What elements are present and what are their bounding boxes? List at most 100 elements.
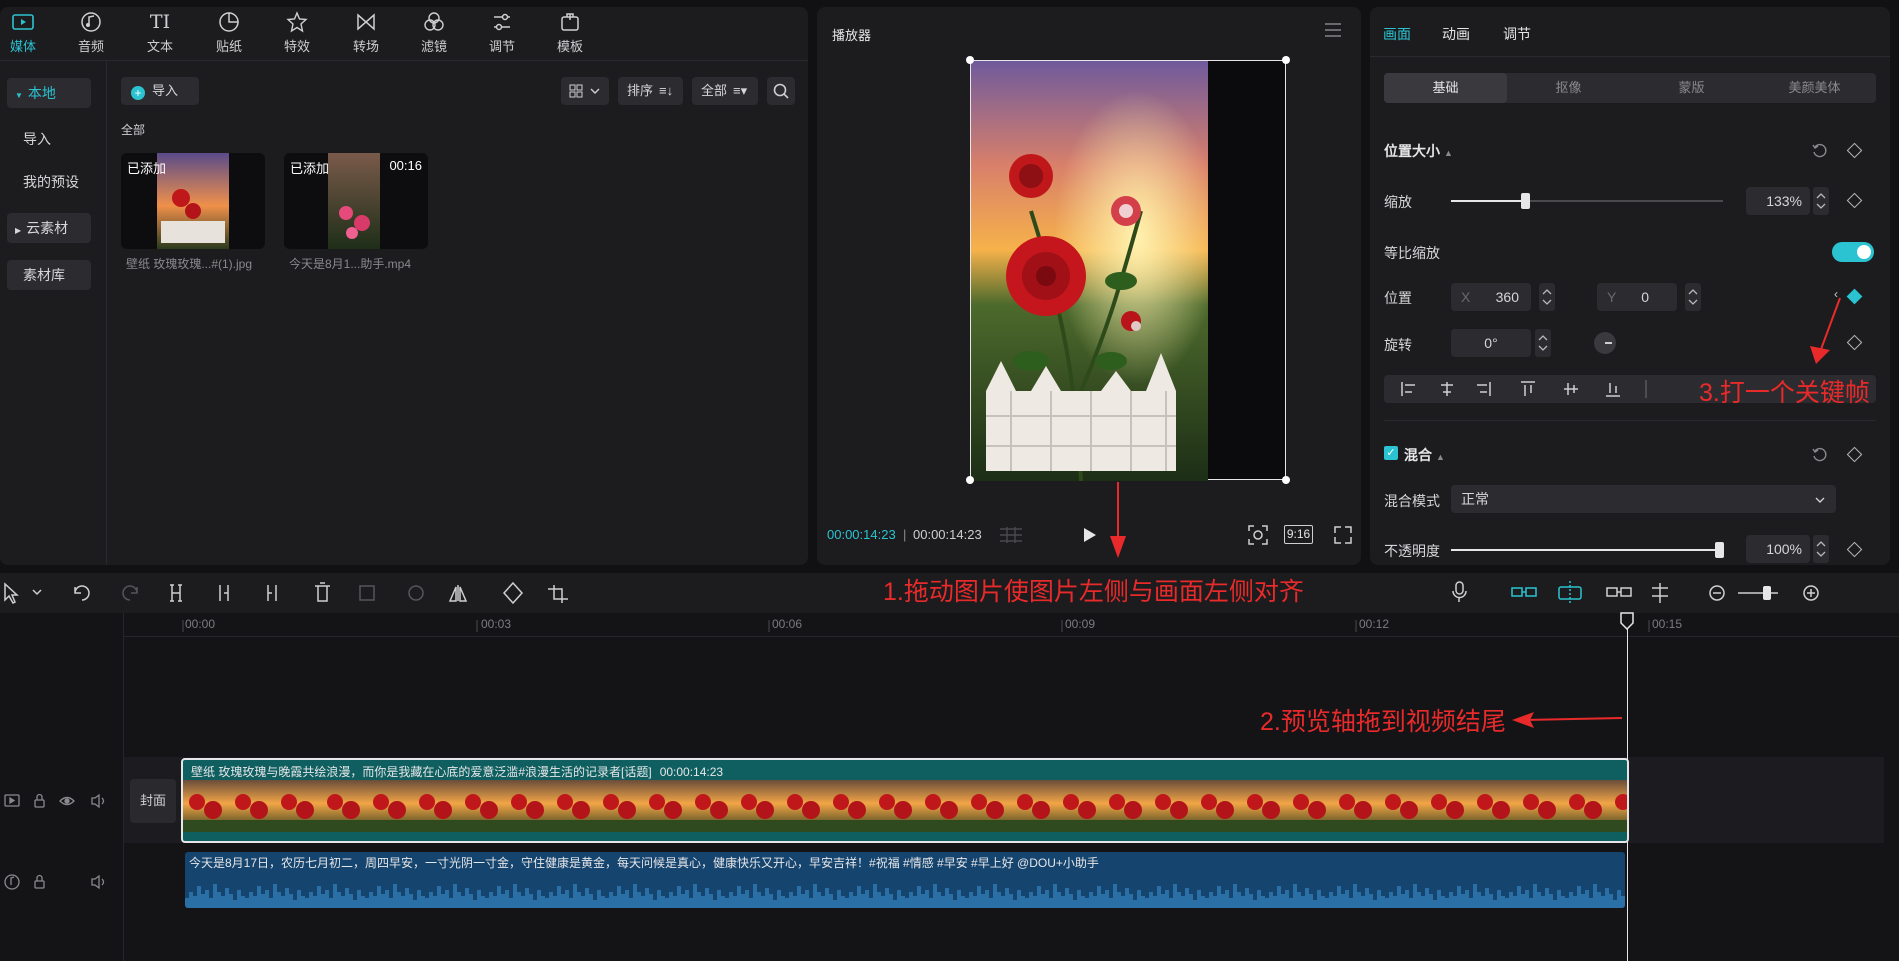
uniform-scale-toggle[interactable] (1832, 242, 1874, 262)
sidebar-item-cloud[interactable]: ▶ 云素材 (7, 213, 91, 243)
view-toggle-button[interactable] (561, 77, 609, 105)
aspect-ratio-button[interactable]: 9:16 (1284, 525, 1313, 544)
scale-input[interactable]: 133% (1746, 187, 1810, 215)
sidebar-item-presets[interactable]: 我的预设 (7, 167, 91, 197)
sidebar-item-import[interactable]: 导入 (7, 124, 91, 154)
position-y-stepper[interactable] (1685, 283, 1701, 311)
opacity-input[interactable]: 100% (1746, 535, 1810, 563)
media-item-video[interactable]: 已添加 00:16 (284, 153, 428, 249)
timeline-toolbar-right-icons[interactable] (1440, 573, 1820, 613)
import-button[interactable]: + 导入 (121, 77, 199, 105)
blend-checkbox[interactable]: ✓ (1384, 446, 1398, 460)
tab-filter-label: 滤镜 (420, 39, 447, 54)
tab-template-label: 模板 (556, 39, 583, 54)
subtab-cutout[interactable]: 抠像 (1507, 73, 1630, 103)
tab-picture[interactable]: 画面 (1383, 24, 1411, 44)
resize-handle[interactable] (1282, 476, 1290, 484)
import-label: 导入 (152, 83, 179, 98)
tab-media-label: 媒体 (9, 39, 36, 54)
sidebar-item-label: 素材库 (23, 267, 65, 283)
subtab-mask[interactable]: 蒙版 (1630, 73, 1753, 103)
scale-slider-fill (1451, 200, 1525, 202)
position-y-input[interactable]: Y0 (1597, 283, 1677, 311)
rotate-dial[interactable] (1594, 332, 1616, 354)
subtab-basic[interactable]: 基础 (1384, 73, 1507, 103)
tab-media[interactable]: 媒体 (0, 8, 53, 55)
tab-effect[interactable]: 特效 (267, 8, 327, 55)
sort-label: 排序 (627, 83, 654, 98)
position-x-input[interactable]: X 360 (1451, 283, 1531, 311)
sidebar-item-label: 云素材 (26, 220, 69, 236)
video-clip[interactable]: 壁纸 玫瑰玫瑰与晚霞共绘浪漫，而你是我藏在心底的爱意泛滥#浪漫生活的记录者[话题… (181, 758, 1629, 843)
position-x-stepper[interactable] (1539, 283, 1555, 311)
scale-slider[interactable] (1451, 193, 1723, 209)
scale-label: 缩放 (1384, 194, 1412, 210)
cover-button[interactable]: 封面 (130, 779, 176, 823)
sort-button[interactable]: 排序 ≡↓ (618, 77, 683, 105)
media-icon (0, 8, 53, 36)
tabs-divider (0, 60, 808, 61)
audio-clip[interactable]: 今天是8月17日，农历七月初二，周四早安，一寸光阴一寸金，守住健康是黄金，每天问… (185, 852, 1625, 908)
subtab-beauty[interactable]: 美颜美体 (1753, 73, 1876, 103)
inspector-divider (1384, 420, 1876, 421)
resize-handle[interactable] (1282, 56, 1290, 64)
added-badge: 已添加 (290, 161, 330, 176)
collapse-icon[interactable]: ▲ (1436, 452, 1445, 462)
blend-mode-select[interactable]: 正常 (1451, 485, 1836, 513)
playhead-handle[interactable] (1620, 612, 1634, 630)
audio-track-controls[interactable] (4, 872, 114, 892)
resize-handle[interactable] (966, 56, 974, 64)
y-value: 0 (1641, 289, 1649, 305)
opacity-slider[interactable] (1451, 542, 1724, 558)
play-icon[interactable] (1080, 526, 1098, 544)
media-section-label: 全部 (121, 123, 146, 137)
resize-handle[interactable] (966, 476, 974, 484)
preview-image[interactable] (971, 61, 1208, 481)
sidebar-item-local[interactable]: ▼ 本地 (7, 78, 91, 108)
tab-sticker[interactable]: 贴纸 (199, 8, 259, 55)
align-toolbar-icons[interactable] (1384, 375, 1684, 403)
audio-waveform (185, 872, 1625, 908)
grid-view-icon (569, 84, 600, 98)
position-label: 位置 (1384, 290, 1412, 306)
scale-stepper[interactable] (1813, 187, 1829, 215)
video-track-controls[interactable] (4, 791, 114, 811)
rotate-label: 旋转 (1384, 337, 1412, 353)
tab-text[interactable]: TI 文本 (130, 8, 190, 55)
opacity-label: 不透明度 (1384, 543, 1440, 559)
sidebar-item-label: 导入 (23, 131, 51, 147)
tab-audio-label: 音频 (77, 39, 104, 54)
reset-icon[interactable] (1811, 142, 1827, 158)
opacity-slider-thumb[interactable] (1715, 542, 1724, 558)
rotate-dial-indicator (1605, 342, 1612, 344)
timeline-toolbar-left-icons[interactable] (0, 573, 580, 613)
sidebar-item-library[interactable]: 素材库 (7, 260, 91, 290)
filter-button[interactable]: 全部 ≡▾ (692, 77, 758, 105)
search-button[interactable] (767, 77, 795, 105)
rotate-input[interactable]: 0° (1451, 329, 1531, 357)
opacity-stepper[interactable] (1813, 535, 1829, 563)
video-clip-title-text: 壁纸 玫瑰玫瑰与晚霞共绘浪漫，而你是我藏在心底的爱意泛滥#浪漫生活的记录者[话题… (191, 765, 652, 779)
timecode-grid-icon[interactable] (998, 526, 1024, 544)
tab-adjust[interactable]: 调节 (1503, 24, 1531, 44)
annotation-arrow-down (1110, 482, 1126, 558)
player-menu-icon[interactable] (1325, 23, 1341, 37)
snapshot-icon[interactable] (1247, 524, 1269, 546)
filter-label: 全部 (701, 83, 728, 98)
scale-slider-thumb[interactable] (1521, 193, 1530, 209)
sidebar-divider (106, 61, 107, 565)
tab-animation[interactable]: 动画 (1442, 24, 1470, 44)
tab-template[interactable]: 模板 (540, 8, 600, 55)
tab-audio[interactable]: 音频 (61, 8, 121, 55)
video-clip-filmstrip (183, 780, 1627, 832)
section-title: 位置大小 (1384, 143, 1440, 159)
fullscreen-icon[interactable] (1333, 525, 1353, 545)
media-item-image[interactable]: 已添加 (121, 153, 265, 249)
playhead-line[interactable] (1627, 622, 1628, 961)
reset-icon[interactable] (1811, 446, 1827, 462)
tab-filter[interactable]: 滤镜 (404, 8, 464, 55)
tab-adjust[interactable]: 调节 (472, 8, 532, 55)
rotate-stepper[interactable] (1535, 329, 1551, 357)
tab-transition[interactable]: 转场 (336, 8, 396, 55)
collapse-icon[interactable]: ▲ (1444, 148, 1453, 158)
